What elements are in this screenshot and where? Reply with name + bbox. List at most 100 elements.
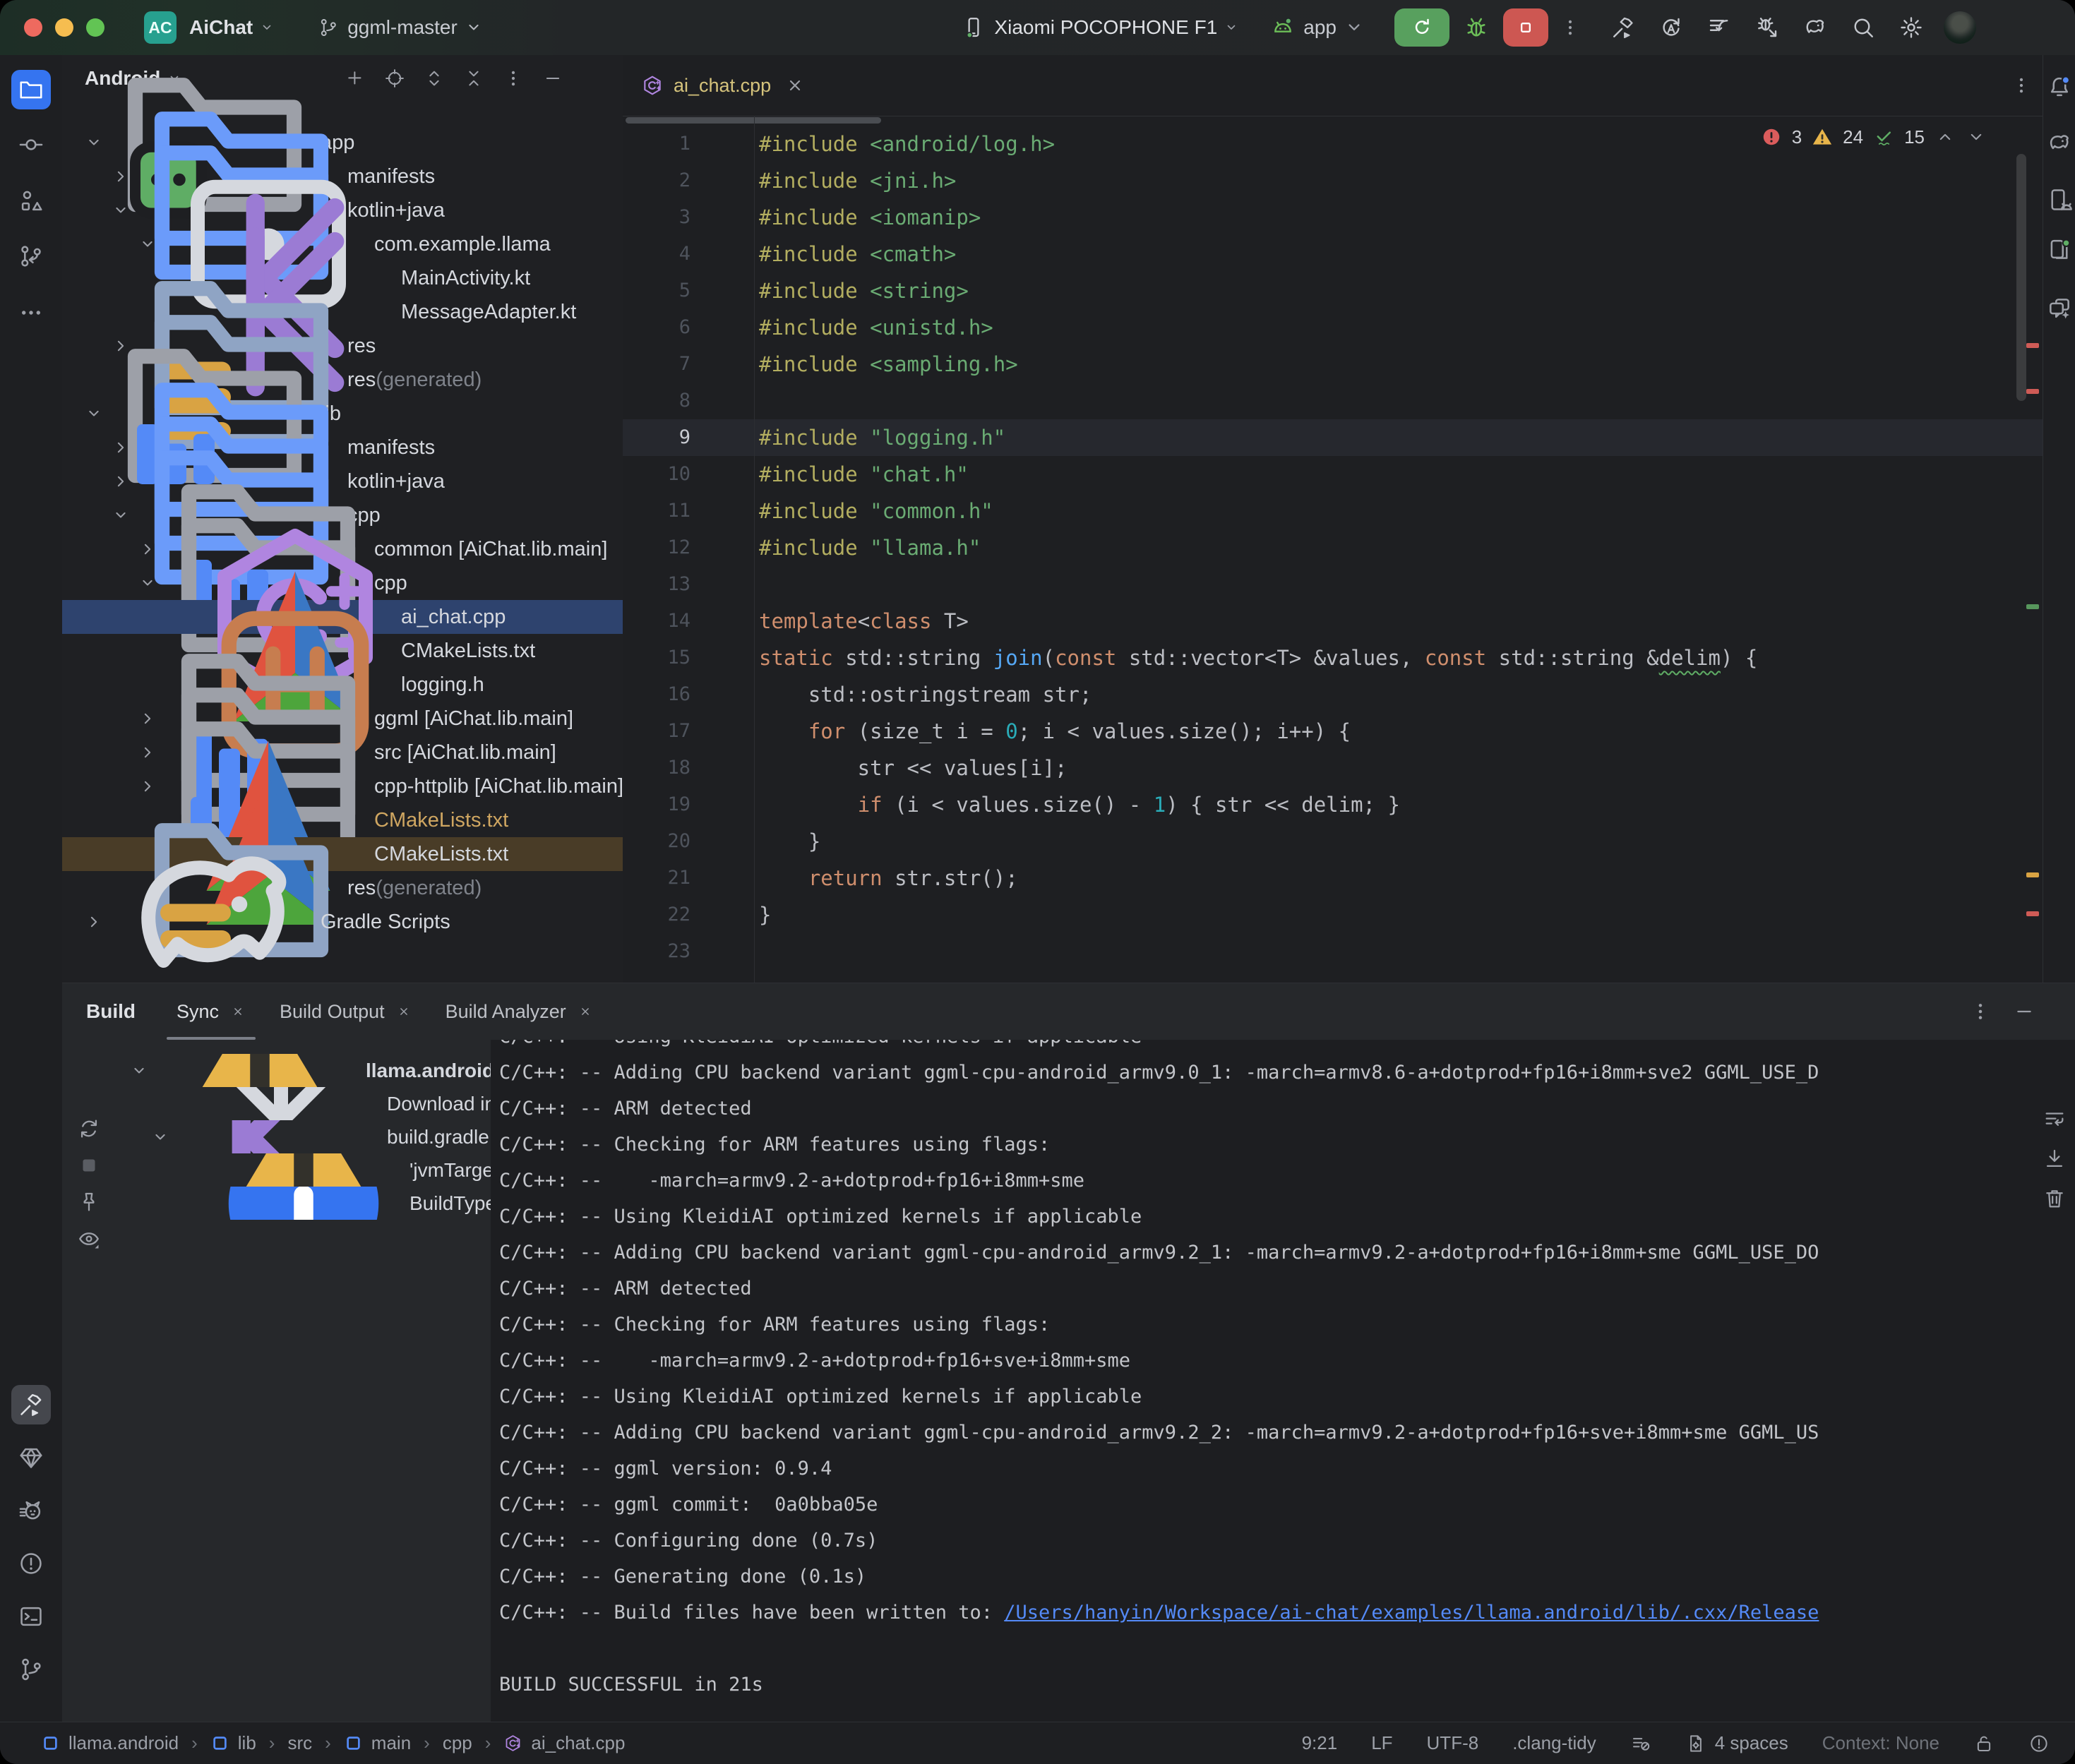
chevron-right-icon[interactable]: [110, 471, 131, 492]
chevron-right-icon[interactable]: [137, 539, 158, 560]
next-problem-button[interactable]: [1966, 126, 1987, 148]
hide-build-panel-button[interactable]: [2013, 1000, 2035, 1023]
vertical-scrollbar[interactable]: [2016, 154, 2026, 401]
previous-problem-button[interactable]: [1935, 126, 1956, 148]
tool-stripe-running-devices[interactable]: [2046, 236, 2073, 263]
breadcrumb-item-lib[interactable]: lib: [210, 1732, 256, 1754]
close-window-button[interactable]: [24, 18, 42, 37]
tab-options-button[interactable]: [2011, 75, 2032, 96]
status-encoding[interactable]: UTF-8: [1427, 1732, 1479, 1754]
tool-stripe-structure[interactable]: [11, 181, 51, 221]
chevron-down-icon[interactable]: [83, 132, 104, 153]
build-tree-item[interactable]: build.gradle.ktsapp 1 warning: [116, 1120, 491, 1153]
close-icon[interactable]: [230, 1004, 246, 1019]
chevron-right-icon[interactable]: [137, 742, 158, 763]
gradle-sync-button[interactable]: [1802, 15, 1828, 40]
rerun-button[interactable]: [1394, 8, 1449, 47]
build-tree-item[interactable]: 'jvmTarget: String' is deprec: [116, 1153, 491, 1187]
tool-stripe-commit[interactable]: [11, 125, 51, 164]
tool-stripe-notifications[interactable]: [2046, 73, 2073, 100]
settings-button[interactable]: [1898, 15, 1924, 40]
inspections-widget[interactable]: 3 24 15: [1761, 123, 1987, 151]
close-icon[interactable]: [578, 1004, 593, 1019]
search-everywhere-button[interactable]: [1850, 15, 1876, 40]
attach-debugger-button[interactable]: [1754, 15, 1780, 40]
build-output-path-link[interactable]: /Users/hanyin/Workspace/ai-chat/examples…: [1004, 1602, 1819, 1624]
branch-selector[interactable]: ggml-master: [318, 16, 484, 39]
build-tree-item[interactable]: Download info: [116, 1087, 491, 1120]
user-avatar[interactable]: [1944, 11, 1976, 44]
tool-stripe-app-quality-insights[interactable]: [11, 1438, 51, 1477]
status-indent[interactable]: 4 spaces: [1685, 1732, 1788, 1754]
chevron-down-icon[interactable]: [110, 200, 131, 221]
expand-all-button[interactable]: [424, 68, 445, 89]
tool-stripe-gemini[interactable]: [2046, 295, 2073, 322]
tool-stripe-problems[interactable]: [11, 1544, 51, 1583]
chevron-down-icon[interactable]: [150, 1127, 171, 1148]
chevron-down-icon[interactable]: [83, 403, 104, 424]
close-icon[interactable]: [396, 1004, 412, 1019]
breadcrumb-item-main[interactable]: main: [344, 1732, 411, 1754]
build-project-button[interactable]: [1610, 15, 1636, 40]
breadcrumb-item-ai-chat-cpp[interactable]: ai_chat.cpp: [503, 1732, 625, 1754]
build-tree-item[interactable]: llama.android: fi22 sec, 583 ms: [116, 1054, 491, 1087]
tree-item-gradle-scripts[interactable]: Gradle Scripts: [62, 905, 623, 939]
error-stripe-mark[interactable]: [2026, 604, 2039, 609]
profiler-button[interactable]: [1706, 15, 1732, 40]
collapse-all-button[interactable]: [463, 68, 484, 89]
filter-button[interactable]: [77, 1227, 101, 1251]
status-context[interactable]: Context: None: [1822, 1732, 1939, 1754]
chevron-right-icon[interactable]: [137, 708, 158, 729]
build-tree-item[interactable]: BuildType 'debug' is both de: [116, 1187, 491, 1220]
project-selector[interactable]: AiChat: [189, 16, 253, 39]
pin-button[interactable]: [77, 1190, 101, 1214]
tool-stripe-more-tool-windows[interactable]: [11, 293, 51, 332]
tool-stripe-device-manager[interactable]: [2046, 186, 2073, 213]
apply-changes-button[interactable]: [1658, 15, 1684, 40]
error-stripe-mark[interactable]: [2026, 872, 2039, 877]
breadcrumb-item-llama-android[interactable]: llama.android: [41, 1732, 179, 1754]
tool-stripe-logcat[interactable]: [11, 1491, 51, 1530]
sync-refresh-button[interactable]: [77, 1117, 101, 1141]
status-clang-tidy[interactable]: .clang-tidy: [1512, 1732, 1596, 1754]
close-icon[interactable]: [784, 74, 806, 97]
breadcrumb-item-src[interactable]: src: [287, 1732, 312, 1754]
tool-stripe-terminal[interactable]: [11, 1597, 51, 1636]
status-highlighting-level[interactable]: [1630, 1733, 1651, 1754]
run-configuration-selector[interactable]: app: [1271, 16, 1366, 40]
tool-stripe-project[interactable]: [11, 70, 51, 109]
tool-stripe-gradle[interactable]: [2046, 130, 2073, 157]
minimize-window-button[interactable]: [55, 18, 73, 37]
stop-button[interactable]: [1503, 8, 1548, 47]
build-tab-build-output[interactable]: Build Output: [263, 983, 429, 1040]
status-line-separator[interactable]: LF: [1371, 1732, 1392, 1754]
chevron-right-icon[interactable]: [110, 166, 131, 187]
status-caret-position[interactable]: 9:21: [1302, 1732, 1338, 1754]
tab-ai-chat-cpp[interactable]: ai_chat.cpp: [623, 55, 835, 116]
error-stripe-mark[interactable]: [2026, 389, 2039, 394]
code-area[interactable]: 1234567891011121314151617181920212223 #i…: [623, 116, 2043, 983]
maximize-window-button[interactable]: [86, 18, 104, 37]
status-read-write-lock[interactable]: [1973, 1733, 1995, 1754]
build-options-button[interactable]: [1969, 1000, 1992, 1023]
chevron-down-icon[interactable]: [110, 505, 131, 526]
chevron-right-icon[interactable]: [110, 437, 131, 458]
scroll-to-end-button[interactable]: [2043, 1147, 2067, 1171]
code-text[interactable]: #include <android/log.h>#include <jni.h>…: [759, 126, 2001, 970]
error-stripe-mark[interactable]: [2026, 343, 2039, 348]
options-button[interactable]: [503, 68, 524, 89]
device-selector[interactable]: Xiaomi POCOPHONE F1: [962, 16, 1240, 40]
error-stripe-mark[interactable]: [2026, 911, 2039, 916]
chevron-down-icon[interactable]: [128, 1060, 150, 1081]
soft-wrap-button[interactable]: [2043, 1108, 2067, 1132]
build-tab-build-analyzer[interactable]: Build Analyzer: [429, 983, 610, 1040]
chevron-right-icon[interactable]: [83, 911, 104, 932]
hide-panel-button[interactable]: [542, 68, 563, 89]
chevron-down-icon[interactable]: [137, 572, 158, 594]
stop-indicator[interactable]: [77, 1153, 101, 1177]
select-opened-file-button[interactable]: [384, 68, 405, 89]
build-console[interactable]: C/C++: -- Using KleidiAI optimized kerne…: [491, 1040, 2075, 1723]
more-actions-button[interactable]: [1560, 17, 1581, 38]
tool-stripe-version-control[interactable]: [11, 1650, 51, 1689]
clear-all-button[interactable]: [2043, 1187, 2067, 1211]
